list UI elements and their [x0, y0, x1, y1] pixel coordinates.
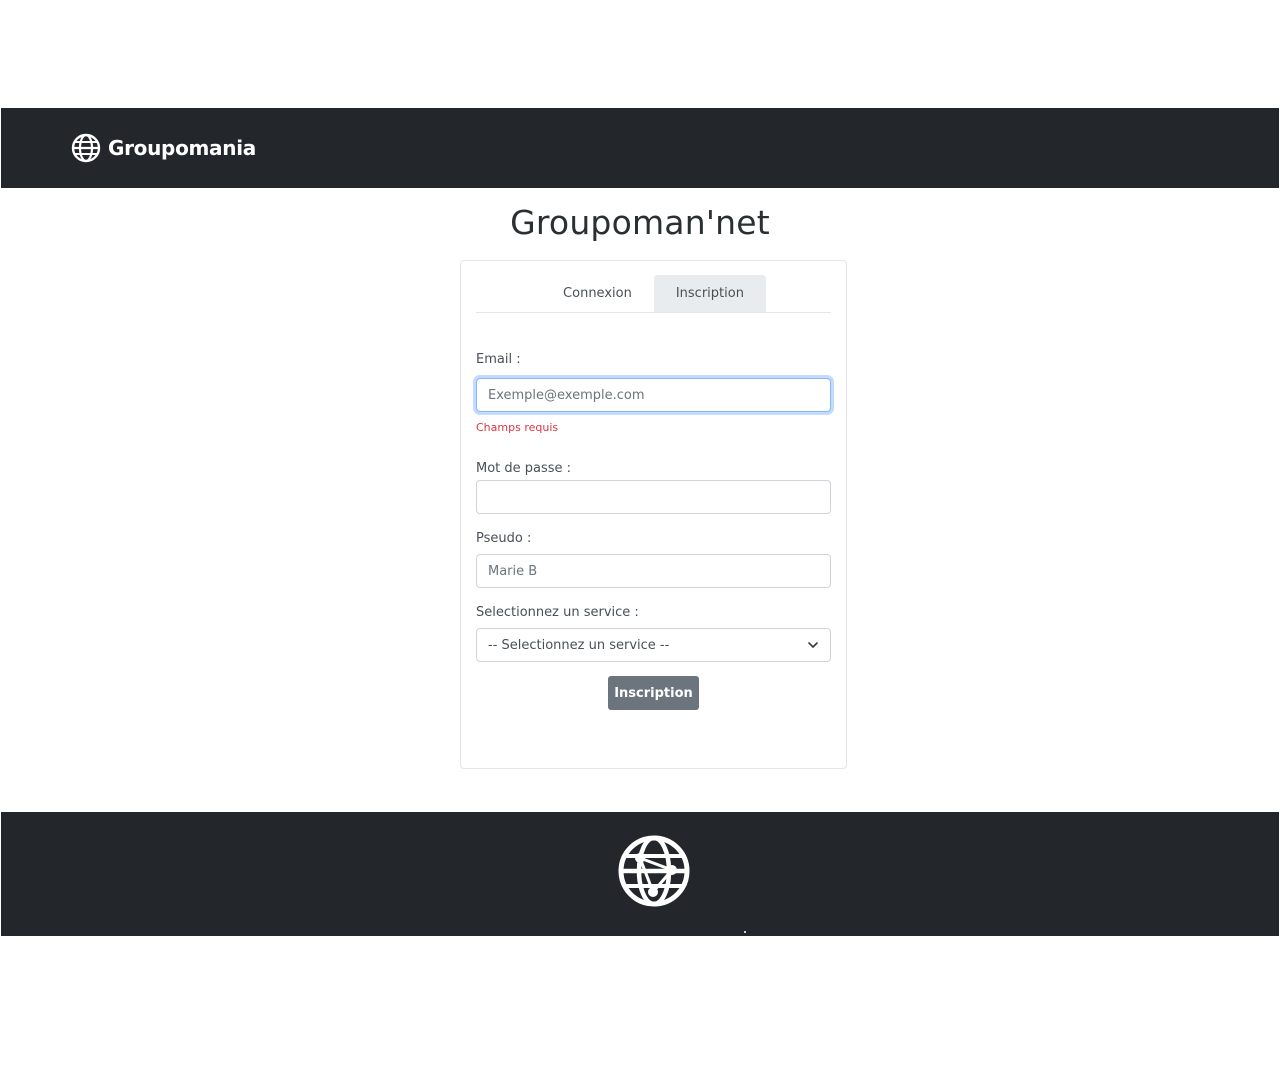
auth-card: Connexion Inscription Email : Champs req… [460, 260, 847, 769]
email-field[interactable] [476, 378, 831, 412]
service-select-value: -- Selectionnez un service -- [488, 637, 670, 653]
brand-name: Groupomania [108, 136, 256, 160]
top-navbar: Groupomania [1, 108, 1279, 188]
auth-tabs: Connexion Inscription [476, 275, 831, 313]
footer-dot [744, 931, 746, 933]
globe-icon [71, 133, 101, 163]
chevron-down-icon [807, 639, 819, 651]
inscription-submit-button[interactable]: Inscription [608, 676, 699, 710]
brand-link[interactable]: Groupomania [71, 133, 256, 163]
service-label: Selectionnez un service : [476, 605, 639, 620]
tab-connexion[interactable]: Connexion [541, 275, 654, 312]
pseudo-field[interactable] [476, 554, 831, 588]
footer [1, 812, 1279, 936]
service-select[interactable]: -- Selectionnez un service -- [476, 628, 831, 662]
globe-network-icon [617, 834, 691, 908]
email-label: Email : [476, 352, 521, 367]
pseudo-label: Pseudo : [476, 531, 532, 546]
tab-inscription[interactable]: Inscription [653, 275, 766, 312]
password-field[interactable] [476, 480, 831, 514]
email-error-text: Champs requis [476, 421, 559, 434]
password-label: Mot de passe : [476, 461, 572, 476]
page-title: Groupoman'net [510, 203, 770, 242]
